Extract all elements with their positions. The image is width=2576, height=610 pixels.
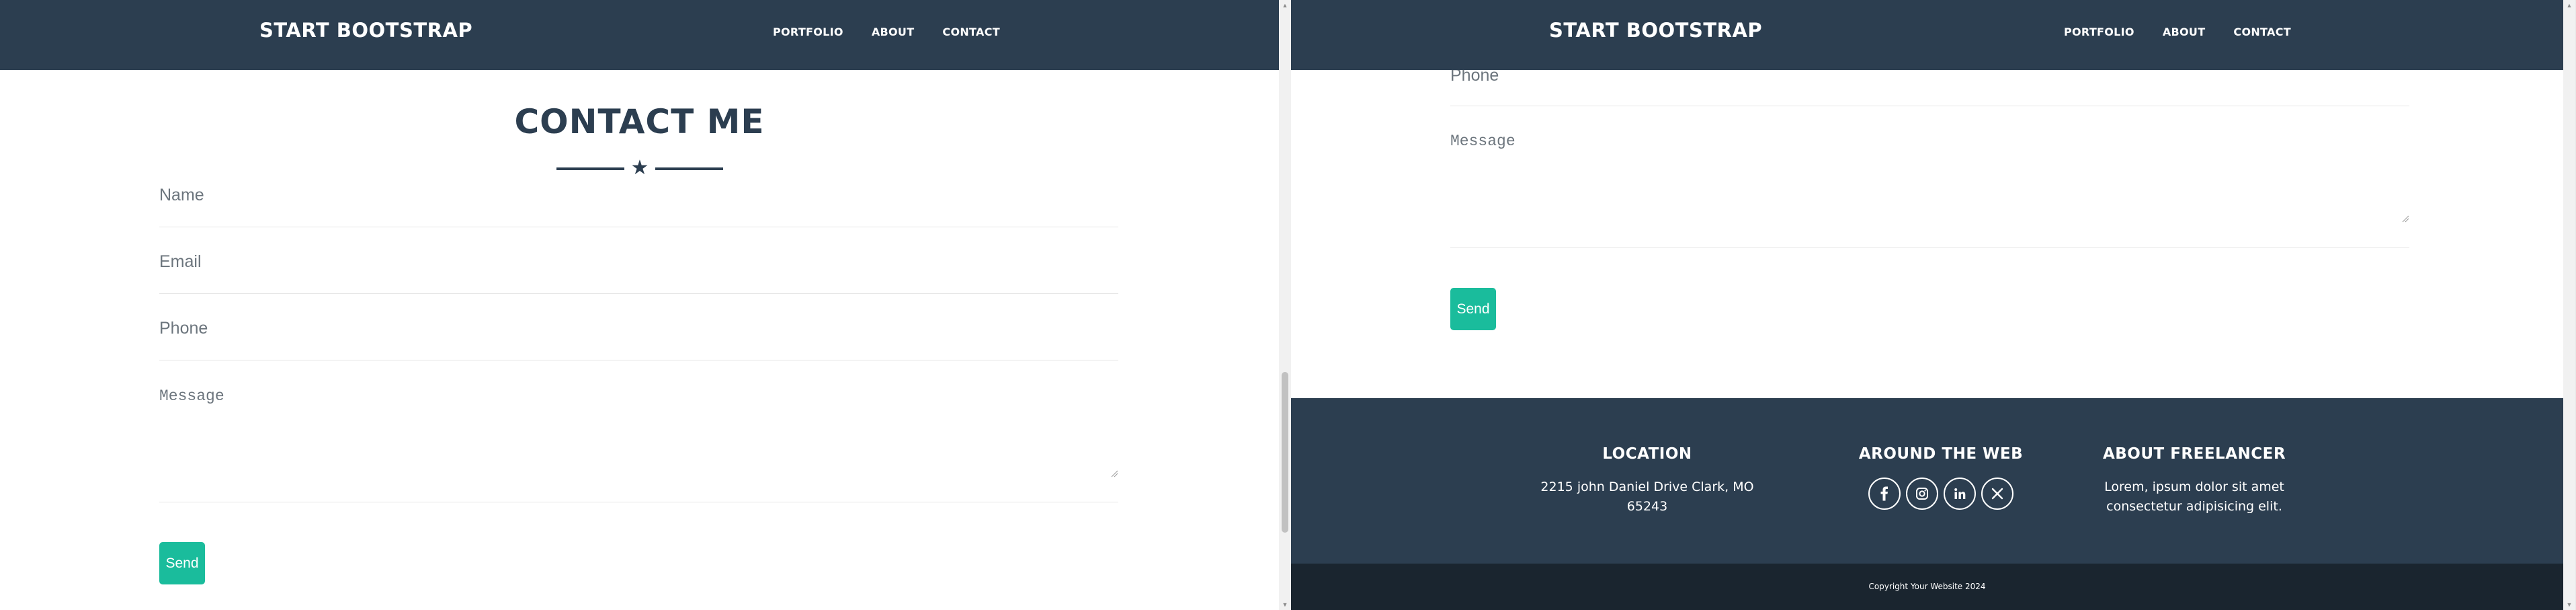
nav-portfolio[interactable]: PORTFOLIO	[773, 26, 843, 38]
email-field[interactable]: Email	[159, 252, 1118, 294]
scroll-down-arrow-icon[interactable]: ▼	[2563, 599, 2575, 610]
social-links	[1833, 478, 2048, 510]
footer: LOCATION 2215 john Daniel Drive Clark, M…	[1291, 398, 2563, 564]
nav-contact[interactable]: CONTACT	[942, 26, 1000, 38]
resize-grip-icon[interactable]	[1110, 469, 1118, 478]
location-address: 2215 john Daniel Drive Clark, MO 65243	[1540, 480, 1754, 514]
message-placeholder: Message	[1450, 132, 1515, 150]
nav-portfolio[interactable]: PORTFOLIO	[2064, 26, 2134, 38]
footer-location: LOCATION 2215 john Daniel Drive Clark, M…	[1536, 445, 1758, 517]
footer-about: ABOUT FREELANCER Lorem, ipsum dolor sit …	[2067, 445, 2322, 517]
message-placeholder: Message	[159, 387, 224, 405]
right-scrollbar[interactable]: ▲ ▼	[2563, 0, 2575, 610]
phone-placeholder: Phone	[159, 319, 208, 338]
brand-link[interactable]: START BOOTSTRAP	[1549, 19, 1762, 42]
viewport-right: Phone START BOOTSTRAP PORTFOLIO ABOUT CO…	[1291, 0, 2563, 610]
scroll-up-arrow-icon[interactable]: ▲	[2563, 0, 2575, 11]
navbar: START BOOTSTRAP PORTFOLIO ABOUT CONTACT	[0, 0, 1279, 70]
message-textarea[interactable]: Message	[1450, 132, 2409, 247]
x-twitter-icon[interactable]	[1981, 478, 2013, 510]
brand-link[interactable]: START BOOTSTRAP	[259, 19, 472, 42]
send-button[interactable]: Send	[159, 542, 205, 584]
copyright-bar: Copyright Your Website 2024	[1291, 564, 2563, 610]
left-scrollbar[interactable]: ▲ ▼	[1279, 0, 1291, 610]
star-icon: ★	[630, 157, 649, 179]
message-textarea[interactable]: Message	[159, 387, 1118, 502]
nav-about[interactable]: ABOUT	[2163, 26, 2206, 38]
resize-grip-icon[interactable]	[2401, 215, 2409, 223]
email-placeholder: Email	[159, 252, 202, 271]
send-button[interactable]: Send	[1450, 288, 1496, 330]
nav-links: PORTFOLIO ABOUT CONTACT	[2064, 26, 2291, 38]
about-text: Lorem, ipsum dolor sit amet consectetur …	[2104, 480, 2284, 514]
facebook-icon[interactable]	[1868, 478, 1901, 510]
left-scrollbar-thumb[interactable]	[1282, 372, 1288, 533]
nav-links: PORTFOLIO ABOUT CONTACT	[773, 26, 1000, 38]
section-divider: ★	[556, 158, 723, 178]
instagram-icon[interactable]	[1906, 478, 1938, 510]
page-title: CONTACT ME	[514, 102, 765, 141]
right-scrollbar-thumb[interactable]	[2566, 27, 2573, 592]
phone-field[interactable]: Phone	[159, 319, 1118, 360]
location-heading: LOCATION	[1602, 445, 1692, 463]
scroll-down-arrow-icon[interactable]: ▼	[1279, 599, 1291, 610]
nav-about[interactable]: ABOUT	[872, 26, 915, 38]
name-field[interactable]: Name	[159, 186, 1118, 227]
scroll-up-arrow-icon[interactable]: ▲	[1279, 0, 1291, 11]
navbar: START BOOTSTRAP PORTFOLIO ABOUT CONTACT	[1291, 0, 2563, 70]
footer-around-the-web: AROUND THE WEB	[1833, 445, 2048, 510]
around-web-heading: AROUND THE WEB	[1858, 445, 2024, 463]
name-placeholder: Name	[159, 186, 204, 204]
nav-contact[interactable]: CONTACT	[2233, 26, 2291, 38]
linkedin-icon[interactable]	[1944, 478, 1976, 510]
viewport-left: START BOOTSTRAP PORTFOLIO ABOUT CONTACT …	[0, 0, 1279, 610]
about-heading: ABOUT FREELANCER	[2102, 445, 2286, 463]
